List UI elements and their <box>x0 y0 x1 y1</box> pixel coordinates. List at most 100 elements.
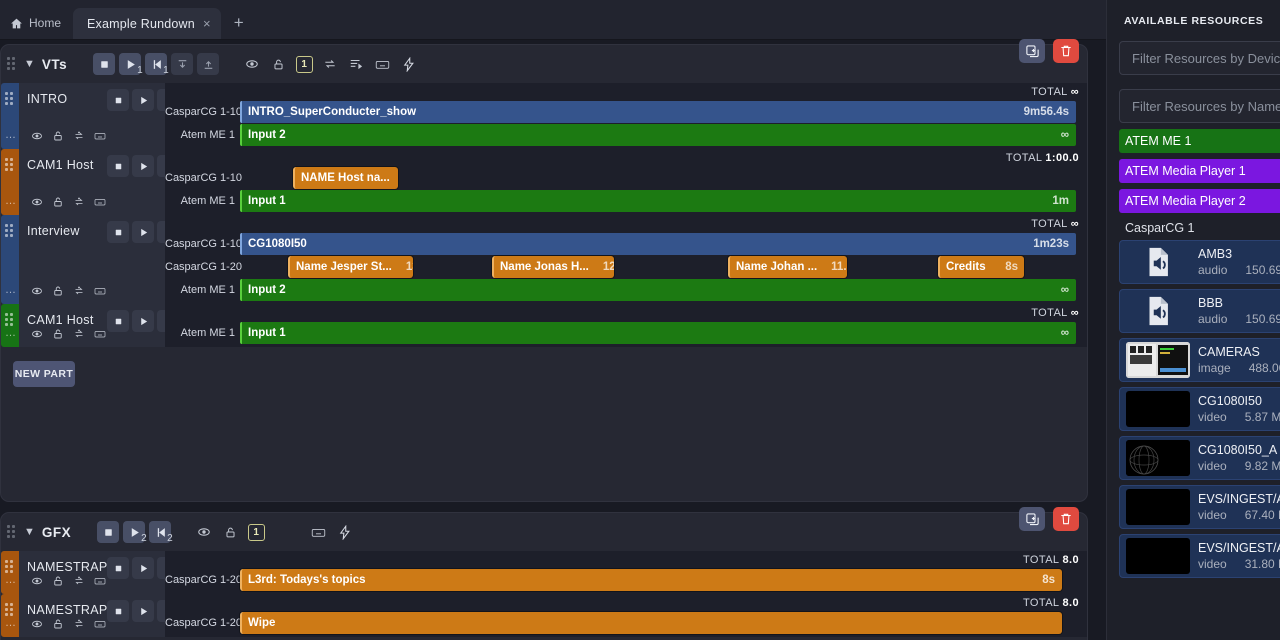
row-track[interactable]: L3rd: Todays's topics 8s <box>240 569 1087 591</box>
add-tab-icon[interactable]: + <box>221 14 257 39</box>
part-play-button[interactable] <box>132 310 154 332</box>
eye-icon[interactable] <box>31 575 43 587</box>
timeline-clip[interactable]: Input 1 1m <box>240 190 1076 212</box>
keyboard-icon[interactable] <box>94 130 106 142</box>
panel-queue-button[interactable] <box>345 53 367 75</box>
part-drag-handle-icon[interactable] <box>5 224 13 237</box>
device-item[interactable]: ATEM Media Player 1 <box>1119 159 1280 183</box>
row-track[interactable]: Input 2 ∞ <box>240 279 1087 301</box>
resource-item[interactable]: EVS/INGEST/AFT video 67.40 M <box>1119 485 1280 529</box>
part-color-stripe[interactable]: … <box>1 83 19 149</box>
tab-example-rundown[interactable]: Example Rundown × <box>73 8 221 39</box>
part-stop-button[interactable] <box>107 221 129 243</box>
row-track[interactable]: Input 1 ∞ <box>240 322 1087 344</box>
chevron-down-icon[interactable]: ▼ <box>24 526 35 538</box>
row-track[interactable]: CG1080I50 1m23s <box>240 233 1087 255</box>
panel-move-down-button[interactable] <box>171 53 194 75</box>
part-menu-icon[interactable]: … <box>5 284 17 296</box>
part-stop-button[interactable] <box>107 89 129 111</box>
keyboard-icon[interactable] <box>94 575 106 587</box>
timeline-clip[interactable]: CG1080I50 1m23s <box>240 233 1076 255</box>
retake-icon[interactable] <box>73 575 85 587</box>
part-menu-icon[interactable]: … <box>5 195 17 207</box>
part-play-button[interactable] <box>132 221 154 243</box>
part-color-stripe[interactable]: … <box>1 215 19 304</box>
timeline-clip[interactable]: Input 2 ∞ <box>240 124 1076 146</box>
panel-keyboard-toggle[interactable] <box>371 53 393 75</box>
eye-icon[interactable] <box>31 328 43 340</box>
panel-count-badge[interactable]: 1 <box>245 521 267 543</box>
panel-stop-button[interactable] <box>97 521 120 543</box>
panel-eye-toggle[interactable] <box>193 521 215 543</box>
row-track[interactable]: Name Jesper St... 13.8s Name Jonas H... 12… <box>240 256 1087 278</box>
timeline-clip[interactable]: Name Jesper St... 13.8s <box>288 256 413 278</box>
panel-eye-toggle[interactable] <box>241 53 263 75</box>
timeline-clip[interactable]: Name Johan ... 11.5s <box>728 256 847 278</box>
resource-item[interactable]: EVS/INGEST/AFT 8 video 31.80 M <box>1119 534 1280 578</box>
device-item[interactable]: ATEM Media Player 2 <box>1119 189 1280 213</box>
row-track[interactable]: Wipe <box>240 612 1087 634</box>
row-track[interactable]: INTRO_SuperConducter_show 9m56.4s <box>240 101 1087 123</box>
keyboard-icon[interactable] <box>94 196 106 208</box>
timeline-clip[interactable]: L3rd: Todays's topics 8s <box>240 569 1062 591</box>
part-color-stripe[interactable]: … <box>1 304 19 347</box>
part-stop-button[interactable] <box>107 557 129 579</box>
lock-icon[interactable] <box>52 285 64 297</box>
row-track[interactable]: Input 2 ∞ <box>240 124 1087 146</box>
lock-icon[interactable] <box>52 130 64 142</box>
lock-icon[interactable] <box>52 618 64 630</box>
duplicate-icon[interactable] <box>1019 507 1045 531</box>
timeline-clip[interactable]: Input 2 ∞ <box>240 279 1076 301</box>
filter-device-input[interactable]: Filter Resources by Device <box>1119 41 1280 75</box>
panel-stop-button[interactable] <box>93 53 116 75</box>
part-stop-button[interactable] <box>107 600 129 622</box>
panel-lock-toggle[interactable] <box>219 521 241 543</box>
part-stop-button[interactable] <box>107 155 129 177</box>
part-menu-icon[interactable]: … <box>5 617 17 629</box>
resource-item[interactable]: BBB audio 150.69 M <box>1119 289 1280 333</box>
timeline-clip[interactable]: Wipe <box>240 612 1062 634</box>
part-play-button[interactable] <box>132 155 154 177</box>
resource-item[interactable]: CG1080I50_A video 9.82 M <box>1119 436 1280 480</box>
panel-rewind-button[interactable]: 2 <box>149 521 173 544</box>
part-drag-handle-icon[interactable] <box>5 313 13 326</box>
retake-icon[interactable] <box>73 618 85 630</box>
timeline-clip[interactable]: INTRO_SuperConducter_show 9m56.4s <box>240 101 1076 123</box>
part-drag-handle-icon[interactable] <box>5 560 13 573</box>
close-icon[interactable]: × <box>203 17 211 30</box>
timeline-clip[interactable]: NAME Host na...8s <box>293 167 398 189</box>
resource-item[interactable]: AMB3 audio 150.69 M <box>1119 240 1280 284</box>
part-stop-button[interactable] <box>107 310 129 332</box>
panel-rewind-button[interactable]: 1 <box>145 53 169 76</box>
trash-icon[interactable] <box>1053 507 1079 531</box>
eye-icon[interactable] <box>31 285 43 297</box>
part-drag-handle-icon[interactable] <box>5 158 13 171</box>
eye-icon[interactable] <box>31 618 43 630</box>
lock-icon[interactable] <box>52 575 64 587</box>
panel-move-up-button[interactable] <box>197 53 220 75</box>
filter-name-input[interactable]: Filter Resources by Name <box>1119 89 1280 123</box>
retake-icon[interactable] <box>73 196 85 208</box>
part-menu-icon[interactable]: … <box>5 574 17 586</box>
eye-icon[interactable] <box>31 130 43 142</box>
panel-play-button[interactable]: 1 <box>119 53 143 76</box>
row-track[interactable]: Input 1 1m <box>240 190 1087 212</box>
new-part-button[interactable]: NEW PART <box>13 361 75 387</box>
panel-count-badge[interactable]: 1 <box>293 53 315 75</box>
timeline-clip[interactable]: Name Jonas H... 12.6s <box>492 256 614 278</box>
part-play-button[interactable] <box>132 89 154 111</box>
panel-keyboard-toggle[interactable] <box>307 521 329 543</box>
panel-lightning-toggle[interactable] <box>333 521 355 543</box>
panel-lock-toggle[interactable] <box>267 53 289 75</box>
timeline-clip[interactable]: Input 1 ∞ <box>240 322 1076 344</box>
panel-play-button[interactable]: 2 <box>123 521 147 544</box>
keyboard-icon[interactable] <box>94 285 106 297</box>
retake-icon[interactable] <box>73 328 85 340</box>
lock-icon[interactable] <box>52 196 64 208</box>
panel-lightning-toggle[interactable] <box>397 53 419 75</box>
device-item[interactable]: ATEM ME 1 <box>1119 129 1280 153</box>
part-color-stripe[interactable]: … <box>1 551 19 594</box>
part-play-button[interactable] <box>132 600 154 622</box>
resource-item[interactable]: CG1080I50 video 5.87 M <box>1119 387 1280 431</box>
chevron-down-icon[interactable]: ▼ <box>24 58 35 70</box>
